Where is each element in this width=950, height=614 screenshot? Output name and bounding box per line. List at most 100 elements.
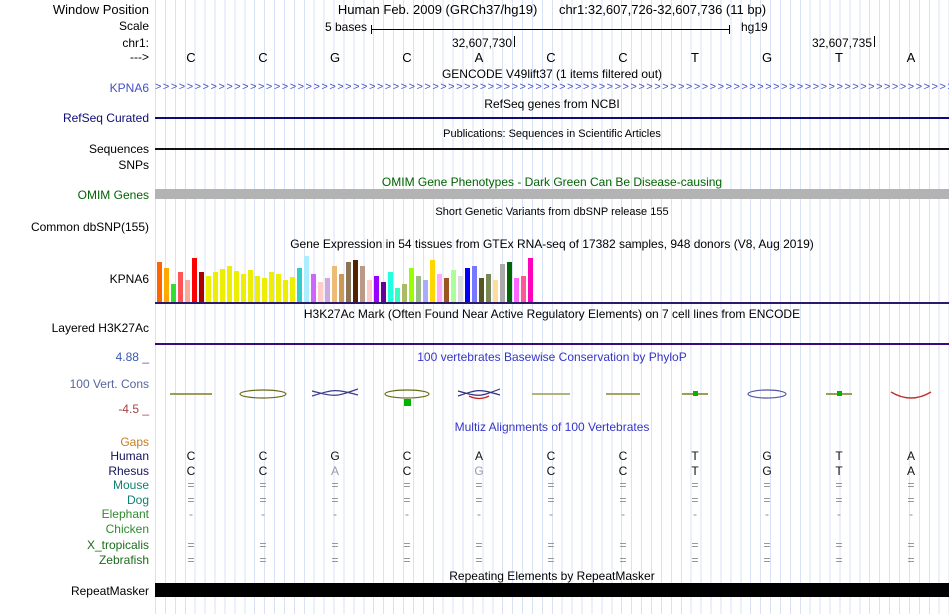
alignment-cell: = [475, 538, 483, 552]
repeatmasker-bar[interactable] [155, 583, 949, 597]
track-title-publications[interactable]: Publications: Sequences in Scientific Ar… [155, 128, 949, 140]
alignment-cell: = [835, 478, 843, 492]
gtex-expression-bar [423, 280, 428, 302]
gtex-expression-bar [311, 274, 316, 302]
alignment-cell: = [331, 493, 339, 507]
ruler-tick-mark [874, 36, 875, 47]
genome-browser: Window Position Human Feb. 2009 (GRCh37/… [0, 0, 950, 614]
gtex-expression-bar [472, 266, 477, 302]
alignment-cell: C [186, 464, 196, 478]
multiz-species-label-zebrafish[interactable]: Zebrafish [0, 553, 149, 567]
alignment-cell: - [189, 507, 193, 521]
gtex-expression-bar [374, 276, 379, 302]
gtex-expression-bar [507, 262, 512, 302]
alignment-cell: = [691, 538, 699, 552]
alignment-cell: - [765, 507, 769, 521]
track-title-gencode[interactable]: GENCODE V49lift37 (1 items filtered out) [155, 67, 949, 81]
omim-genes-bar[interactable] [155, 189, 949, 199]
alignment-cell: = [835, 538, 843, 552]
alignment-cell: = [259, 538, 267, 552]
track-title-phylop[interactable]: 100 vertebrates Basewise Conservation by… [155, 350, 949, 364]
gtex-expression-bar [430, 260, 435, 302]
alignment-cell: = [835, 553, 843, 567]
h3k27ac-signal-line[interactable] [155, 343, 949, 345]
gtex-expression-bar [437, 274, 442, 302]
alignment-cell: = [619, 493, 627, 507]
kpna6-gene-model[interactable]: >>>>>>>>>>>>>>>>>>>>>>>>>>>>>>>>>>>>>>>>… [155, 81, 949, 94]
multiz-species-label-elephant[interactable]: Elephant [0, 507, 149, 521]
multiz-species-label-gaps[interactable]: Gaps [0, 435, 149, 449]
track-label-refseq-curated[interactable]: RefSeq Curated [0, 111, 149, 125]
alignment-cell: C [618, 449, 628, 463]
gtex-expression-bar [353, 260, 358, 302]
track-title-dbsnp[interactable]: Short Genetic Variants from dbSNP releas… [155, 206, 949, 218]
alignment-cell: = [907, 493, 915, 507]
alignment-cell: = [331, 538, 339, 552]
track-title-omim[interactable]: OMIM Gene Phenotypes - Dark Green Can Be… [155, 175, 949, 189]
alignment-cell: = [259, 553, 267, 567]
multiz-species-label-mouse[interactable]: Mouse [0, 478, 149, 492]
track-label-layered-h3k27ac[interactable]: Layered H3K27Ac [0, 321, 149, 335]
alignment-cell: - [621, 507, 625, 521]
publications-item-line[interactable] [155, 148, 949, 150]
alignment-cell: T [835, 464, 843, 478]
gtex-expression-bar [444, 278, 449, 302]
track-title-multiz[interactable]: Multiz Alignments of 100 Vertebrates [155, 420, 949, 434]
track-label-snps[interactable]: SNPs [0, 158, 149, 172]
alignment-cell: = [475, 478, 483, 492]
gtex-expression-bar [409, 268, 414, 302]
alignment-cell: C [258, 464, 268, 478]
alignment-cell: C [402, 449, 412, 463]
conservation-wiggle[interactable] [155, 380, 949, 414]
alignment-cell: = [187, 538, 195, 552]
scale-bar-tick-left [371, 25, 372, 34]
multiz-species-label-x-tropicalis[interactable]: X_tropicalis [0, 538, 149, 552]
alignment-cell: C [546, 449, 556, 463]
multiz-species-label-chicken[interactable]: Chicken [0, 522, 149, 536]
phylop-max-value: 4.88 _ [115, 350, 149, 364]
multiz-species-label-dog[interactable]: Dog [0, 493, 149, 507]
alignment-cell: = [547, 553, 555, 567]
track-title-refseq[interactable]: RefSeq genes from NCBI [155, 97, 949, 111]
alignment-cell: - [837, 507, 841, 521]
track-label-sequences[interactable]: Sequences [0, 142, 149, 156]
gene-label-kpna6[interactable]: KPNA6 [0, 81, 149, 95]
track-label-gtex-kpna6[interactable]: KPNA6 [0, 272, 149, 286]
ruler-tick-label: 32,607,730 [451, 36, 512, 50]
gtex-expression-bar [255, 276, 260, 302]
gtex-expression-bar [171, 284, 176, 302]
assembly-short-label: hg19 [741, 20, 768, 34]
phylop-min-value: -4.5 _ [118, 402, 149, 416]
track-label-common-dbsnp[interactable]: Common dbSNP(155) [0, 220, 149, 234]
alignment-cell: = [331, 553, 339, 567]
track-title-repeatmasker[interactable]: Repeating Elements by RepeatMasker [155, 569, 949, 583]
sequence-base: A [906, 50, 916, 65]
sequence-base: T [835, 50, 843, 65]
gtex-expression-bar [227, 266, 232, 302]
track-label-repeatmasker[interactable]: RepeatMasker [0, 584, 149, 598]
gtex-expression-bar [388, 272, 393, 302]
track-title-gtex[interactable]: Gene Expression in 54 tissues from GTEx … [155, 237, 949, 251]
gtex-expression-bar [493, 280, 498, 302]
gtex-expression-bar [269, 272, 274, 302]
multiz-species-label-rhesus[interactable]: Rhesus [0, 464, 149, 478]
track-label-omim-genes[interactable]: OMIM Genes [0, 188, 149, 202]
gtex-expression-bar [290, 277, 295, 302]
gtex-expression-bar [304, 256, 309, 302]
alignment-cell: = [907, 538, 915, 552]
alignment-cell: G [762, 464, 772, 478]
gtex-expression-bar [451, 270, 456, 302]
refseq-gene-line[interactable] [155, 117, 949, 119]
gtex-expression-bar [276, 274, 281, 302]
track-title-h3k27ac[interactable]: H3K27Ac Mark (Often Found Near Active Re… [155, 307, 949, 321]
alignment-cell: = [475, 553, 483, 567]
track-label-100-vert-cons[interactable]: 100 Vert. Cons [0, 377, 149, 391]
scale-bar-tick-right [729, 25, 730, 34]
alignment-cell: - [477, 507, 481, 521]
alignment-cell: = [907, 553, 915, 567]
multiz-species-label-human[interactable]: Human [0, 449, 149, 463]
alignment-cell: = [475, 493, 483, 507]
gtex-expression-bar [157, 262, 162, 302]
alignment-cell: A [906, 449, 915, 463]
alignment-cell: C [186, 449, 196, 463]
